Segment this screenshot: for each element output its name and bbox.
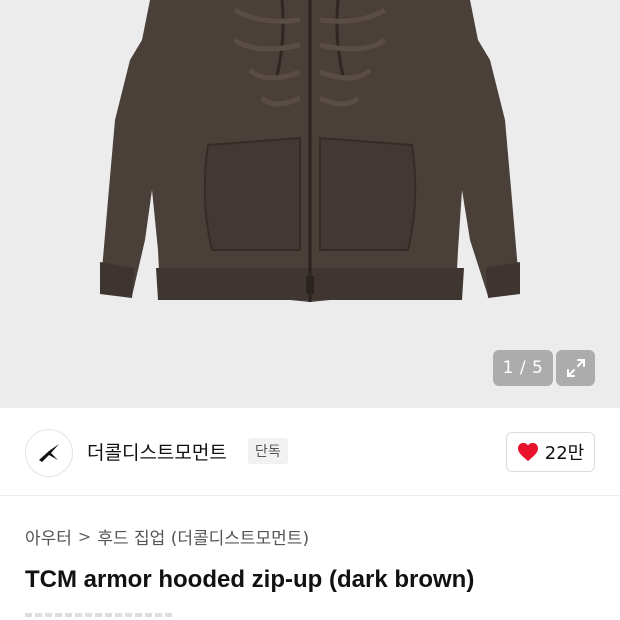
expand-icon <box>566 359 585 377</box>
like-count: 22만 <box>544 443 585 464</box>
product-title: TCM armor hooded zip-up (dark brown) <box>25 566 475 593</box>
breadcrumb-category[interactable]: 아우터 <box>25 524 72 549</box>
like-button[interactable]: 22만 <box>506 432 595 472</box>
fullscreen-button[interactable] <box>556 350 595 386</box>
exclusive-badge: 단독 <box>248 438 288 464</box>
image-counter: 1 / 5 <box>493 350 553 386</box>
brand-row: 더콜디스트모먼트 단독 22만 <box>0 408 620 496</box>
breadcrumb: 아우터 > 후드 집업 (더콜디스트모먼트) <box>25 524 309 549</box>
product-image <box>100 0 520 302</box>
brand-name-link[interactable]: 더콜디스트모먼트 <box>87 438 227 465</box>
truncated-text-line <box>25 613 175 617</box>
product-image-gallery[interactable]: 1 / 5 <box>0 0 620 408</box>
breadcrumb-subcategory[interactable]: 후드 집업 (더콜디스트모먼트) <box>97 524 309 549</box>
breadcrumb-separator: > <box>77 527 92 546</box>
heart-icon <box>517 442 538 462</box>
brand-logo-icon <box>39 444 59 462</box>
brand-logo[interactable] <box>25 429 73 477</box>
image-counter-text: 1 / 5 <box>502 358 544 378</box>
